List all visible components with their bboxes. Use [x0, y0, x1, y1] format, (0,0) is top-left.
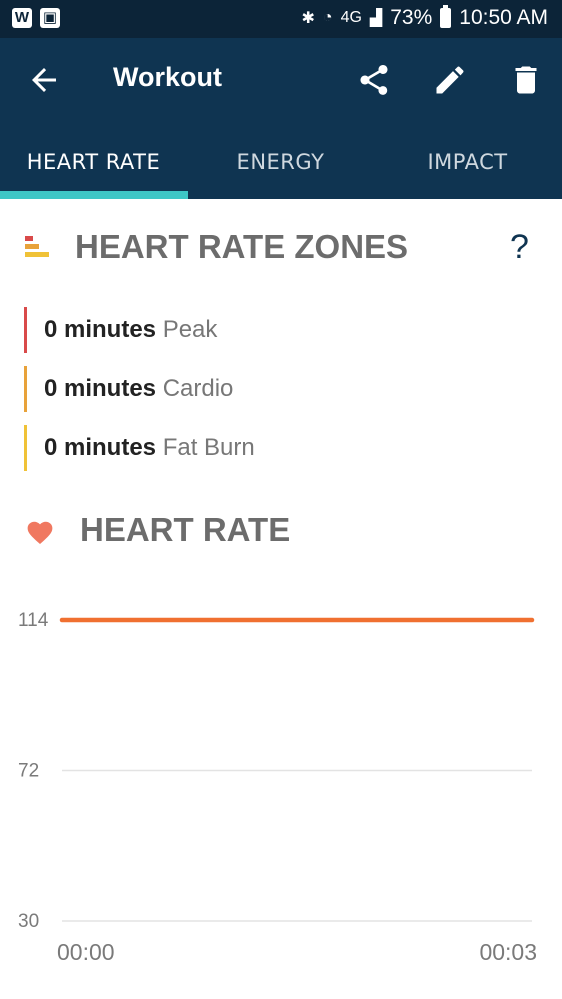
y-tick-label: 30 — [18, 911, 39, 932]
heart-rate-title: HEART RATE — [80, 511, 291, 548]
zone-color-bar — [24, 307, 27, 353]
status-bar: W ▣ ✱ ◔ 4G ▟ 73% 10:50 AM — [0, 0, 562, 38]
zones-bars-icon — [25, 236, 49, 257]
clock: 10:50 AM — [459, 6, 548, 29]
battery-percent: 73% — [390, 6, 433, 29]
tab-bar: HEART RATE ENERGY IMPACT — [0, 124, 562, 199]
back-arrow-icon[interactable] — [26, 62, 62, 98]
heart-icon — [27, 521, 53, 544]
y-tick-label: 114 — [18, 610, 49, 631]
page-title: Workout — [113, 62, 222, 92]
y-tick-label: 72 — [18, 761, 39, 782]
app-bar: Workout — [0, 38, 562, 124]
word-notification-icon: W — [12, 8, 32, 28]
x-tick-label: 00:00 — [57, 939, 115, 965]
zone-label: Peak — [162, 316, 218, 343]
notification-icons: W ▣ — [12, 8, 60, 28]
share-icon[interactable] — [356, 62, 392, 98]
trash-icon[interactable] — [508, 62, 544, 98]
zone-label: Fat Burn — [162, 434, 255, 461]
zone-minutes: 0 minutes — [44, 434, 157, 461]
battery-icon — [440, 5, 452, 28]
x-tick-label: 00:03 — [479, 939, 537, 965]
network-type-label: 4G — [340, 9, 362, 26]
bluetooth-icon: ✱ — [301, 10, 315, 27]
zone-minutes: 0 minutes — [44, 316, 157, 343]
zone-minutes: 0 minutes — [44, 375, 157, 402]
tab-energy[interactable]: ENERGY — [187, 124, 374, 199]
zone-row-fat-burn: 0 minutes Fat Burn — [24, 425, 255, 471]
edit-pencil-icon[interactable] — [432, 62, 468, 98]
zone-color-bar — [24, 425, 27, 471]
help-icon[interactable]: ? — [510, 228, 529, 267]
zone-color-bar — [24, 366, 27, 412]
system-status: ✱ ◔ 4G ▟ 73% 10:50 AM — [301, 5, 548, 30]
tab-heart-rate[interactable]: HEART RATE — [0, 124, 187, 199]
zone-row-cardio: 0 minutes Cardio — [24, 366, 233, 412]
zones-title: HEART RATE ZONES — [75, 228, 409, 265]
zone-row-peak: 0 minutes Peak — [24, 307, 217, 353]
active-tab-indicator — [0, 191, 188, 199]
zone-label: Cardio — [162, 375, 234, 402]
wifi-icon: ◔ — [322, 9, 333, 26]
heart-rate-chart: 114 72 30 00:00 00:03 — [18, 610, 537, 965]
signal-icon: ▟ — [369, 10, 383, 27]
image-notification-icon: ▣ — [40, 8, 60, 28]
tab-impact[interactable]: IMPACT — [374, 124, 561, 199]
